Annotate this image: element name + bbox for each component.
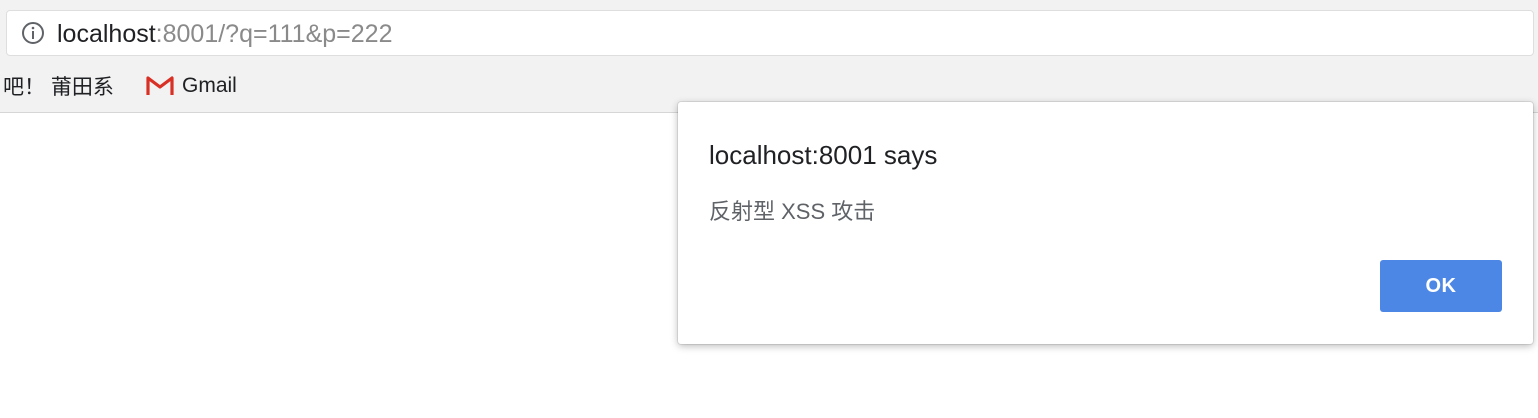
dialog-title: localhost:8001 says bbox=[709, 140, 938, 170]
url-path: :8001/?q=111&p=222 bbox=[155, 20, 393, 48]
ok-button[interactable]: OK bbox=[1380, 260, 1502, 312]
bookmark-gmail[interactable]: Gmail bbox=[146, 68, 237, 104]
bookmark-item[interactable]: 吧！ 莆田系 bbox=[3, 68, 114, 104]
url-text[interactable]: localhost:8001/?q=111&p=222 bbox=[57, 20, 392, 48]
url-host: localhost bbox=[57, 20, 156, 48]
dialog-message: 反射型 XSS 攻击 bbox=[709, 199, 876, 224]
bookmark-label: Gmail bbox=[182, 74, 237, 97]
bookmarks-bar: 吧！ 莆田系 Gmail bbox=[0, 68, 1538, 104]
alert-dialog: localhost:8001 says 反射型 XSS 攻击 OK bbox=[678, 102, 1533, 344]
info-icon[interactable] bbox=[21, 21, 45, 45]
address-bar[interactable]: localhost:8001/?q=111&p=222 bbox=[6, 10, 1534, 56]
bookmark-label: 吧！ 莆田系 bbox=[3, 76, 114, 99]
browser-chrome: localhost:8001/?q=111&p=222 吧！ 莆田系 Gmail bbox=[0, 0, 1538, 113]
gmail-icon bbox=[146, 76, 174, 95]
